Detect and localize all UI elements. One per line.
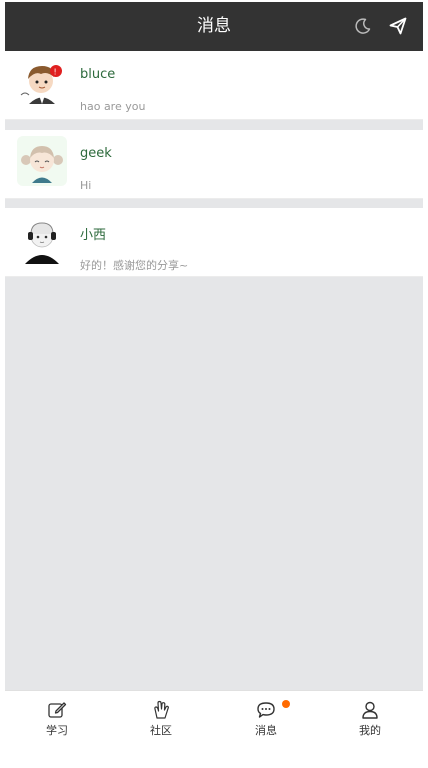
cartoon-boy-avatar: ! <box>17 57 67 107</box>
message-preview: hao are you <box>80 100 146 113</box>
cartoon-girl-avatar <box>17 136 67 186</box>
app-screen: 消息 ! bluce hao are you geek Hi 小西 好的！感谢您… <box>5 2 423 745</box>
message-item-xiaoxi[interactable]: 小西 好的！感谢您的分享~ <box>5 208 423 277</box>
edit-icon <box>48 702 67 718</box>
top-navbar: 消息 <box>5 2 423 51</box>
moon-icon[interactable] <box>353 16 373 36</box>
tab-messages[interactable]: 消息 <box>214 691 318 745</box>
message-item-geek[interactable]: geek Hi <box>5 130 423 199</box>
hand-icon <box>154 700 169 719</box>
tab-label: 社区 <box>150 724 172 737</box>
cartoon-headphone-avatar <box>17 214 67 264</box>
tab-community[interactable]: 社区 <box>109 691 213 745</box>
tab-study[interactable]: 学习 <box>5 691 109 745</box>
tab-label: 消息 <box>255 724 277 737</box>
tab-label: 学习 <box>46 724 68 737</box>
contact-name: 小西 <box>80 228 107 243</box>
user-icon <box>362 701 378 719</box>
message-item-bluce[interactable]: ! bluce hao are you <box>5 51 423 120</box>
bottom-tabbar: 学习 社区 消息 我的 <box>5 690 423 745</box>
chat-bubble-icon <box>257 702 275 718</box>
notification-badge <box>282 700 290 708</box>
message-preview: Hi <box>80 179 92 192</box>
contact-name: bluce <box>80 67 116 82</box>
tab-label: 我的 <box>359 724 381 737</box>
tab-profile[interactable]: 我的 <box>318 691 422 745</box>
contact-name: geek <box>80 146 112 161</box>
paper-plane-icon[interactable] <box>388 16 408 36</box>
message-preview: 好的！感谢您的分享~ <box>80 259 189 272</box>
svg-text:!: ! <box>54 68 57 77</box>
